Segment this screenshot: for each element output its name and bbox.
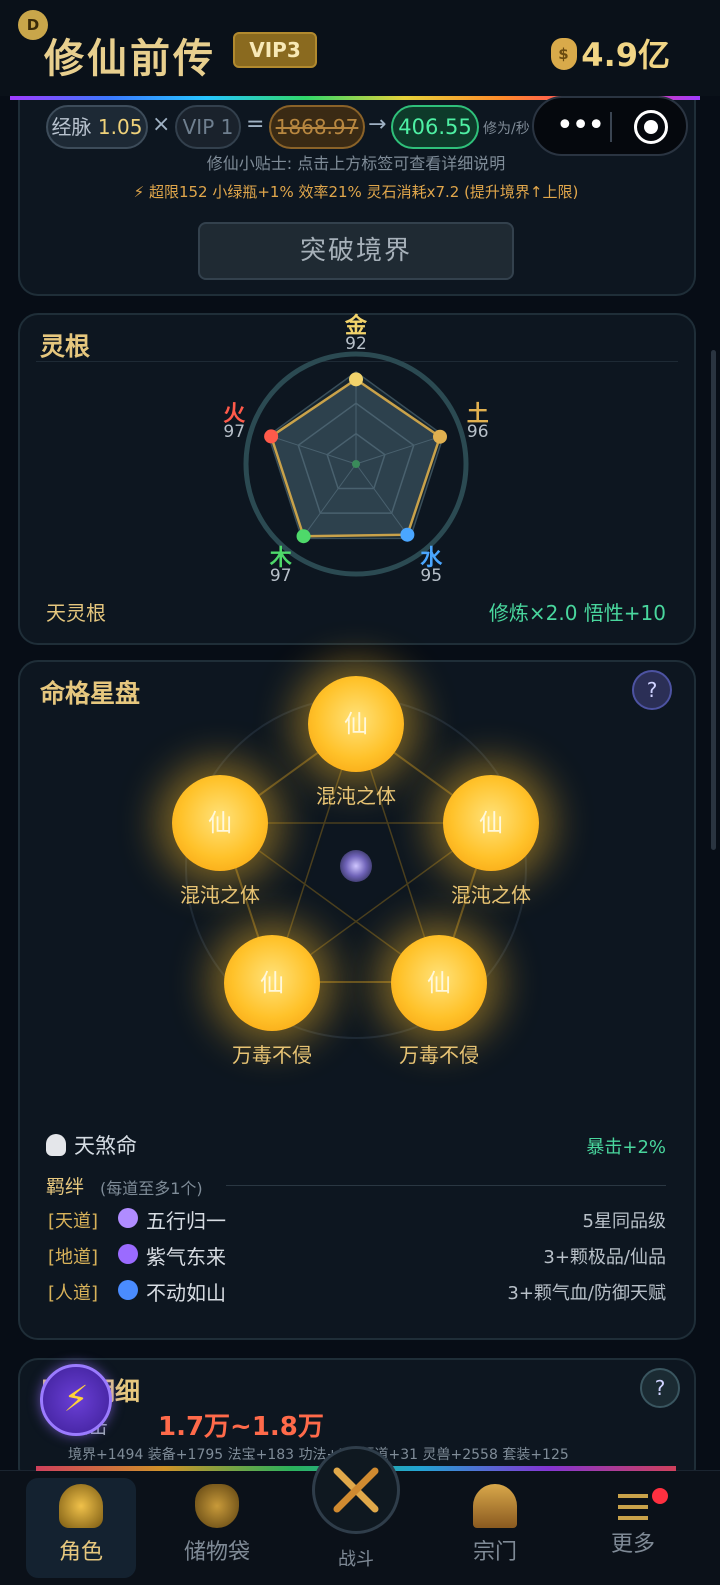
bond-requirement: 3+颗极品/仙品 xyxy=(543,1247,666,1268)
scrollbar[interactable] xyxy=(711,350,716,850)
nav-label-sect: 宗门 xyxy=(472,1540,517,1565)
star-chart-title: 命格星盘 xyxy=(40,679,141,708)
element-value-4: 97 xyxy=(223,422,246,443)
bond-name: 紫气东来 xyxy=(146,1245,226,1269)
fate-orb-label-3: 万毒不侵 xyxy=(232,1043,312,1067)
attribute-help-button[interactable]: ? xyxy=(640,1368,680,1408)
times-sign: × xyxy=(152,112,171,137)
bond-requirement: 3+颗气血/防御天赋 xyxy=(507,1283,666,1304)
bond-row[interactable]: [地道] 紫气东来 3+颗极品/仙品 xyxy=(46,1241,666,1271)
bond-tag: [地道] xyxy=(48,1247,99,1268)
bond-name: 五行归一 xyxy=(146,1209,226,1233)
spirit-root-title: 灵根 xyxy=(40,332,91,361)
close-target-icon[interactable] xyxy=(634,110,668,144)
nav-item-sect[interactable]: 宗门 xyxy=(440,1478,550,1578)
equals-sign: = xyxy=(246,112,265,137)
arrow-sign: → xyxy=(368,112,387,137)
root-name: 天灵根 xyxy=(46,601,106,625)
star-chart-help-button[interactable]: ? xyxy=(632,670,672,710)
nav-label-battle: 战斗 xyxy=(338,1549,374,1570)
quick-action-button[interactable]: ⚡ xyxy=(40,1364,112,1436)
new-rate-pill[interactable]: 406.55 xyxy=(391,105,479,149)
element-value-3: 97 xyxy=(269,565,292,586)
crossed-swords-icon xyxy=(333,1467,379,1513)
menu-icon xyxy=(618,1494,648,1520)
bond-divider xyxy=(226,1185,666,1186)
bond-name: 不动如山 xyxy=(146,1281,226,1305)
nav-label-bag: 储物袋 xyxy=(183,1540,250,1565)
fate-orb-1[interactable]: 仙 xyxy=(172,775,268,871)
fate-orb-label-0: 混沌之体 xyxy=(316,784,396,808)
element-value-1: 96 xyxy=(466,422,489,443)
nav-item-character[interactable]: 角色 xyxy=(26,1478,136,1578)
capsule-divider xyxy=(610,112,612,142)
notification-dot xyxy=(652,1488,668,1504)
jingmai-value: 1.05 xyxy=(97,115,143,139)
fate-orb-4[interactable]: 仙 xyxy=(391,935,487,1031)
element-value-2: 95 xyxy=(420,565,443,586)
vip-pill[interactable]: VIP 1 xyxy=(175,105,241,149)
nav-item-bag[interactable]: 储物袋 xyxy=(162,1478,272,1578)
radar-point-1 xyxy=(432,429,447,444)
temple-icon xyxy=(473,1484,517,1528)
radar-point-0 xyxy=(349,372,363,387)
lightning-icon: ⚡ xyxy=(63,1379,89,1420)
yin-yang-icon xyxy=(118,1208,138,1228)
fate-orb-0[interactable]: 仙 xyxy=(308,676,404,772)
rate-unit: 修为/秒 xyxy=(483,121,530,137)
shield-icon xyxy=(118,1280,138,1300)
root-bonus: 修炼×2.0 悟性+10 xyxy=(488,601,666,625)
jingmai-label: 经脉 xyxy=(51,115,92,139)
bond-row[interactable]: [天道] 五行归一 5星同品级 xyxy=(46,1205,666,1235)
fate-row: 天煞命 xyxy=(46,1130,137,1160)
bond-requirement: 5星同品级 xyxy=(582,1211,666,1232)
money-bag-icon xyxy=(551,38,578,70)
app-title: 修仙前传 xyxy=(44,36,216,82)
star-center-core xyxy=(340,850,372,882)
bond-row[interactable]: [人道] 不动如山 3+颗气血/防御天赋 xyxy=(46,1277,666,1307)
cultivation-tip: 修仙小贴士: 点击上方标签可查看详细说明 xyxy=(206,154,506,173)
treasure-bag-icon xyxy=(195,1484,239,1528)
crit-bonus: 暴击+2% xyxy=(586,1137,666,1158)
extreme-status: ⚡ 超限152 小绿瓶+1% 效率21% 灵石消耗x7.2 (提升境界↑上限) xyxy=(133,183,579,201)
nav-item-more[interactable]: 更多 xyxy=(578,1478,688,1578)
nav-label-more: 更多 xyxy=(610,1532,655,1557)
old-rate-pill[interactable]: 1868.97 xyxy=(269,105,365,149)
element-value-0: 92 xyxy=(345,334,367,354)
breakthrough-button[interactable]: 突破境界 xyxy=(198,222,514,280)
bond-title: 羁绊 xyxy=(46,1176,85,1198)
crystal-ball-icon xyxy=(118,1244,138,1264)
fate-name: 天煞命 xyxy=(74,1134,137,1158)
currency-display[interactable]: 4.9亿 xyxy=(551,30,670,76)
more-dots-icon[interactable]: ••• xyxy=(556,108,605,143)
fate-orb-label-2: 混沌之体 xyxy=(451,883,531,907)
currency-amount: 4.9亿 xyxy=(581,36,670,74)
bond-tag: [天道] xyxy=(48,1211,99,1232)
skull-icon xyxy=(46,1134,66,1156)
attack-amount: 1.7万~1.8万 xyxy=(158,1412,324,1442)
nav-label-character: 角色 xyxy=(58,1540,103,1565)
fate-orb-label-1: 混沌之体 xyxy=(180,883,260,907)
jingmai-pill[interactable]: 经脉 1.05 xyxy=(46,105,148,149)
meditation-icon xyxy=(59,1484,103,1528)
fate-orb-3[interactable]: 仙 xyxy=(224,935,320,1031)
radar-point-4 xyxy=(264,429,279,444)
fate-orb-2[interactable]: 仙 xyxy=(443,775,539,871)
radar-values-shape xyxy=(269,377,442,538)
bond-tag: [人道] xyxy=(48,1283,99,1304)
fate-orb-label-4: 万毒不侵 xyxy=(399,1043,479,1067)
app-header: D 修仙前传 VIP3 4.9亿 xyxy=(0,0,720,96)
vip-badge[interactable]: VIP3 xyxy=(233,32,317,68)
bond-subtitle: (每道至多1个) xyxy=(100,1179,203,1198)
radar-center xyxy=(352,460,360,468)
miniprogram-capsule: ••• xyxy=(532,96,688,156)
nav-item-battle[interactable] xyxy=(312,1446,400,1534)
